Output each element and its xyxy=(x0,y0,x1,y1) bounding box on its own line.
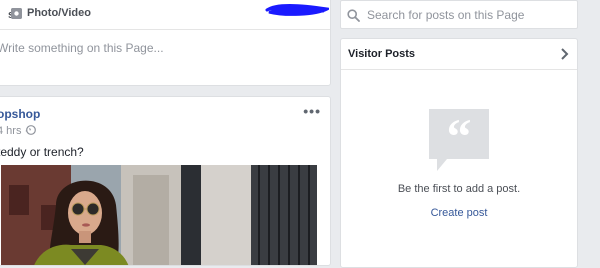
composer-input-area[interactable] xyxy=(0,30,330,85)
post-options-button[interactable]: ••• xyxy=(303,104,321,118)
photo-video-tab[interactable]: Photo/Video xyxy=(27,7,91,19)
redaction-scribble xyxy=(265,3,329,16)
page-search xyxy=(340,0,578,29)
post-text: teddy or trench? xyxy=(0,145,84,159)
feed-post: opshop 4 hrs · ••• teddy or trench? xyxy=(0,96,331,266)
visitor-posts-header[interactable]: Visitor Posts xyxy=(341,39,577,70)
speech-bubble-quote-icon: “ xyxy=(429,109,489,171)
post-photo[interactable] xyxy=(1,165,317,266)
chevron-right-icon[interactable] xyxy=(560,48,569,60)
create-post-link[interactable]: Create post xyxy=(341,207,577,219)
search-icon xyxy=(347,9,360,22)
visitor-posts-panel: Visitor Posts “ Be the first to add a po… xyxy=(340,38,578,268)
composer-placeholder[interactable]: Write something on this Page... xyxy=(0,41,164,55)
photo-icon xyxy=(11,8,22,19)
visitor-posts-title: Visitor Posts xyxy=(348,48,416,60)
svg-text:“: “ xyxy=(447,109,472,164)
visitor-posts-empty-text: Be the first to add a post. xyxy=(397,183,521,195)
post-composer: s Photo/Video Write something on this Pa… xyxy=(0,0,331,86)
globe-icon xyxy=(26,125,36,135)
post-author[interactable]: opshop xyxy=(0,107,40,121)
search-input[interactable] xyxy=(367,6,572,24)
composer-tabs: s Photo/Video xyxy=(0,0,330,30)
post-timestamp[interactable]: 4 hrs · xyxy=(0,125,28,137)
